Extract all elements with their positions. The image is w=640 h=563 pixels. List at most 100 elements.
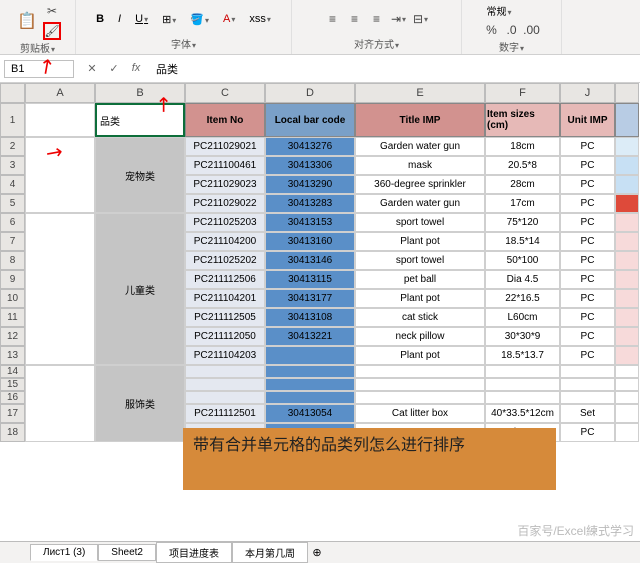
bold-button[interactable]: B [92, 12, 108, 26]
cell-A-merged[interactable] [25, 213, 95, 365]
row-header[interactable]: 9 [0, 270, 25, 289]
cell[interactable] [615, 175, 639, 194]
cell[interactable]: 40*33.5*12cm [485, 404, 560, 423]
fill-color-button[interactable]: 🪣 [186, 12, 213, 27]
cell[interactable]: 30413306 [265, 156, 355, 175]
cell-A-merged[interactable] [25, 137, 95, 213]
decimal-dec-icon[interactable]: .00 [523, 21, 541, 39]
cell[interactable]: PC [560, 270, 615, 289]
italic-button[interactable]: I [114, 12, 125, 26]
sheet-tab[interactable]: Sheet2 [98, 544, 156, 561]
row-header[interactable]: 15 [0, 378, 25, 391]
formula-input[interactable]: 品类 [150, 59, 640, 79]
cell-A-merged[interactable] [25, 365, 95, 442]
col-header-C[interactable]: C [185, 83, 265, 103]
spreadsheet-grid[interactable]: A B C D E F J 1 品类 Item No Local bar cod… [0, 83, 640, 442]
cell[interactable] [615, 346, 639, 365]
col-header-D[interactable]: D [265, 83, 355, 103]
cell[interactable]: 30413160 [265, 232, 355, 251]
font-color-button[interactable]: A [219, 12, 239, 26]
col-header-last[interactable] [615, 83, 639, 103]
format-painter-icon[interactable]: 🖌 [43, 22, 61, 40]
select-all-corner[interactable] [0, 83, 25, 103]
font-size-selector[interactable]: xss [245, 12, 275, 26]
row-header[interactable]: 16 [0, 391, 25, 404]
sheet-tab[interactable]: 项目进度表 [156, 542, 232, 563]
enter-icon[interactable]: ✓ [104, 62, 124, 75]
cell[interactable]: 30413276 [265, 137, 355, 156]
col-header-J[interactable]: J [560, 83, 615, 103]
cell[interactable]: 30*30*9 [485, 327, 560, 346]
cell[interactable]: PC211029022 [185, 194, 265, 213]
cell[interactable] [265, 346, 355, 365]
fx-icon[interactable]: fx [126, 62, 146, 75]
cell[interactable]: PC [560, 346, 615, 365]
cell[interactable]: PC211104201 [185, 289, 265, 308]
cut-icon[interactable]: ✂ [43, 2, 61, 20]
cell[interactable]: mask [355, 156, 485, 175]
paste-icon[interactable]: 📋 [14, 8, 40, 34]
cell[interactable] [485, 378, 560, 391]
cell[interactable]: PC211029023 [185, 175, 265, 194]
name-box[interactable]: B1 [4, 60, 74, 78]
cell[interactable] [560, 391, 615, 404]
cell[interactable]: 30413177 [265, 289, 355, 308]
cell[interactable] [185, 378, 265, 391]
table-header-sizes[interactable]: Item sizes (cm) [485, 103, 560, 137]
cell[interactable]: 17cm [485, 194, 560, 213]
row-header[interactable]: 8 [0, 251, 25, 270]
row-header[interactable]: 7 [0, 232, 25, 251]
cell[interactable] [560, 378, 615, 391]
table-header-unit[interactable]: Unit IMP [560, 103, 615, 137]
cell[interactable]: 30413146 [265, 251, 355, 270]
cell[interactable]: PC [560, 175, 615, 194]
cell[interactable]: 50*100 [485, 251, 560, 270]
cell-A1[interactable] [25, 103, 95, 137]
cell[interactable]: PC [560, 289, 615, 308]
cell-B1[interactable]: 品类 [95, 103, 185, 137]
row-header[interactable]: 1 [0, 103, 25, 137]
cell[interactable] [615, 232, 639, 251]
cell[interactable]: PC211029021 [185, 137, 265, 156]
cell[interactable] [265, 378, 355, 391]
row-header[interactable]: 12 [0, 327, 25, 346]
cell[interactable]: 18cm [485, 137, 560, 156]
cell[interactable]: PC211025202 [185, 251, 265, 270]
cell[interactable] [615, 251, 639, 270]
cell[interactable] [355, 378, 485, 391]
cell[interactable]: PC [560, 308, 615, 327]
cell[interactable]: 30413054 [265, 404, 355, 423]
percent-icon[interactable]: % [483, 21, 501, 39]
row-header[interactable]: 6 [0, 213, 25, 232]
cell[interactable]: PC [560, 327, 615, 346]
cell[interactable]: 75*120 [485, 213, 560, 232]
cell[interactable] [615, 194, 639, 213]
row-header[interactable]: 2 [0, 137, 25, 156]
sheet-tab[interactable]: 本月第几周 [232, 542, 308, 563]
cell[interactable]: Cat litter box [355, 404, 485, 423]
number-format-select[interactable]: 常规 [483, 2, 516, 19]
cell[interactable]: sport towel [355, 213, 485, 232]
cell-category-child[interactable]: 儿童类 [95, 213, 185, 365]
cell[interactable]: 28cm [485, 175, 560, 194]
cell[interactable] [355, 391, 485, 404]
cell[interactable]: 22*16.5 [485, 289, 560, 308]
cell[interactable]: 30413290 [265, 175, 355, 194]
cell-category-pet[interactable]: 宠物类 [95, 137, 185, 213]
row-header[interactable]: 5 [0, 194, 25, 213]
add-sheet-button[interactable]: ⊕ [308, 546, 326, 559]
cell[interactable]: PC211104200 [185, 232, 265, 251]
cell[interactable]: 360-degree sprinkler [355, 175, 485, 194]
table-header-title[interactable]: Title IMP [355, 103, 485, 137]
cell[interactable] [615, 137, 639, 156]
cell[interactable] [355, 365, 485, 378]
cell[interactable] [615, 391, 639, 404]
cell[interactable]: Plant pot [355, 232, 485, 251]
cell[interactable]: PC [560, 156, 615, 175]
table-header-itemno[interactable]: Item No [185, 103, 265, 137]
cell[interactable] [185, 391, 265, 404]
cell[interactable] [265, 391, 355, 404]
decimal-inc-icon[interactable]: .0 [503, 21, 521, 39]
cell[interactable]: Dia 4.5 [485, 270, 560, 289]
cell[interactable]: 20.5*8 [485, 156, 560, 175]
